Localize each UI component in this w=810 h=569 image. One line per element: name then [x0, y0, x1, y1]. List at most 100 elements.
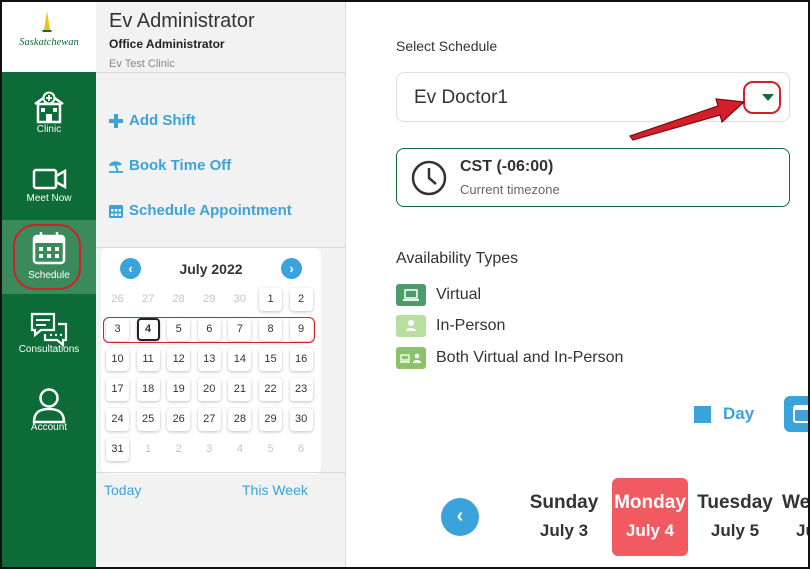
divider	[96, 472, 346, 473]
user-icon	[32, 388, 66, 424]
day-date: July 4	[625, 521, 675, 540]
schedule-sidebar: Ev Administrator Office Administrator Ev…	[96, 2, 346, 567]
chat-bubbles-icon	[30, 312, 68, 348]
mini-calendar: ‹ July 2022 › 26 27 28 29 30 1 2 3 4 5 6 7 8 9 10 11 12 1…	[101, 248, 321, 474]
calendar-day[interactable]: 10	[106, 348, 129, 371]
calendar-day[interactable]: 19	[167, 378, 191, 401]
calendar-day[interactable]: 22	[259, 378, 282, 401]
calendar-header: ‹ July 2022 ›	[101, 258, 321, 280]
this-week-link[interactable]: This Week	[242, 482, 308, 498]
availability-both: Both Virtual and In-Person	[396, 347, 623, 369]
calendar-day[interactable]: 30	[228, 288, 251, 311]
day-view-icon	[694, 405, 711, 423]
calendar-day[interactable]: 6	[290, 438, 313, 461]
nav-label-meet-now: Meet Now	[26, 193, 72, 204]
calendar-day[interactable]: 1	[137, 438, 160, 461]
calendar-day[interactable]: 17	[106, 378, 129, 401]
day-column-tuesday[interactable]: Tuesday July 5	[697, 478, 773, 556]
calendar-day[interactable]: 3	[198, 438, 221, 461]
nav-label-account: Account	[30, 422, 68, 433]
calendar-day[interactable]: 28	[167, 288, 190, 311]
select-schedule-label: Select Schedule	[396, 38, 498, 54]
week-prev-button[interactable]: ‹	[441, 498, 479, 536]
plus-icon	[109, 113, 123, 128]
nav-item-account[interactable]: Account	[2, 378, 96, 452]
nav-label-consultations: Consultations	[18, 344, 80, 355]
laptop-icon	[396, 284, 426, 306]
wheat-logo-icon	[42, 11, 52, 32]
calendar-day[interactable]: 27	[137, 288, 160, 311]
calendar-day[interactable]: 21	[228, 378, 252, 401]
schedule-main: Select Schedule Ev Doctor1 CST (-06:00) …	[346, 2, 808, 567]
calendar-day[interactable]: 14	[228, 348, 252, 371]
calendar-day[interactable]: 4	[228, 438, 251, 461]
calendar-day[interactable]: 30	[289, 408, 313, 431]
calendar-grid-icon	[109, 204, 123, 218]
calendar-day[interactable]: 2	[167, 438, 190, 461]
add-shift-link[interactable]: Add Shift	[108, 112, 196, 129]
calendar-day[interactable]: 15	[259, 348, 282, 371]
day-view-label: Day	[723, 404, 755, 423]
beach-umbrella-icon	[109, 160, 123, 173]
day-name: Tuesday	[697, 492, 773, 513]
calendar-day[interactable]: 1	[259, 288, 282, 311]
calendar-day[interactable]: 27	[197, 408, 221, 431]
availability-virtual-label: Virtual	[436, 286, 482, 303]
calendar-day[interactable]: 18	[136, 378, 160, 401]
schedule-highlight-circle	[13, 224, 81, 290]
day-column-sunday[interactable]: Sunday July 3	[526, 478, 602, 556]
day-column-wednesday[interactable]: We Ju	[782, 478, 808, 556]
availability-both-label: Both Virtual and In-Person	[436, 349, 624, 366]
annotation-arrow	[629, 98, 746, 141]
availability-in-person-label: In-Person	[436, 317, 506, 334]
calendar-day[interactable]: 11	[136, 348, 160, 371]
schedule-select-value: Ev Doctor1	[414, 87, 508, 108]
timezone-caption: Current timezone	[460, 182, 560, 197]
calendar-day[interactable]: 23	[289, 378, 313, 401]
calendar-day[interactable]: 12	[167, 348, 191, 371]
calendar-day[interactable]: 25	[136, 408, 160, 431]
laptop-person-icon	[396, 347, 426, 369]
day-date: July 5	[710, 521, 760, 540]
calendar-view-button[interactable]	[784, 396, 808, 432]
user-clinic: Ev Test Clinic	[109, 58, 175, 70]
divider	[96, 72, 346, 73]
calendar-day[interactable]: 5	[259, 438, 282, 461]
book-time-off-label: Book Time Off	[129, 157, 232, 174]
day-column-monday[interactable]: Monday July 4	[612, 478, 688, 556]
person-icon	[396, 315, 426, 337]
current-week-highlight	[103, 317, 315, 343]
today-link[interactable]: Today	[104, 482, 141, 498]
timezone-name: CST (-06:00)	[460, 158, 554, 175]
day-name: Monday	[614, 492, 686, 513]
nav-label-clinic: Clinic	[36, 124, 62, 135]
calendar-day[interactable]: 20	[197, 378, 221, 401]
user-role: Office Administrator	[109, 37, 225, 51]
calendar-next-button[interactable]: ›	[281, 258, 302, 279]
calendar-day[interactable]: 26	[167, 408, 191, 431]
calendar-day[interactable]: 2	[289, 288, 313, 311]
main-nav: Saskatchewan Clinic Meet Now Schedule Co…	[2, 2, 96, 567]
calendar-day[interactable]: 29	[259, 408, 282, 431]
calendar-day[interactable]: 28	[228, 408, 252, 431]
calendar-day[interactable]: 31	[106, 438, 129, 461]
day-name: Sunday	[529, 492, 599, 513]
calendar-day[interactable]: 13	[197, 348, 221, 371]
calendar-day[interactable]: 16	[289, 348, 313, 371]
brand-logo[interactable]: Saskatchewan	[2, 2, 96, 72]
nav-item-meet-now[interactable]: Meet Now	[2, 152, 96, 226]
calendar-day[interactable]: 26	[106, 288, 129, 311]
book-time-off-link[interactable]: Book Time Off	[108, 157, 231, 174]
calendar-day[interactable]: 24	[106, 408, 129, 431]
schedule-appointment-link[interactable]: Schedule Appointment	[108, 202, 292, 219]
clock-icon	[411, 160, 447, 196]
day-view-option[interactable]: Day	[694, 404, 754, 424]
calendar-icon	[793, 405, 808, 423]
nav-item-consultations[interactable]: Consultations	[2, 302, 96, 376]
calendar-day[interactable]: 29	[198, 288, 221, 311]
day-date: Ju	[796, 521, 808, 540]
day-date: July 3	[539, 521, 589, 540]
availability-types-title: Availability Types	[396, 250, 519, 267]
schedule-appointment-label: Schedule Appointment	[129, 202, 292, 219]
nav-item-clinic[interactable]: Clinic	[2, 80, 96, 154]
